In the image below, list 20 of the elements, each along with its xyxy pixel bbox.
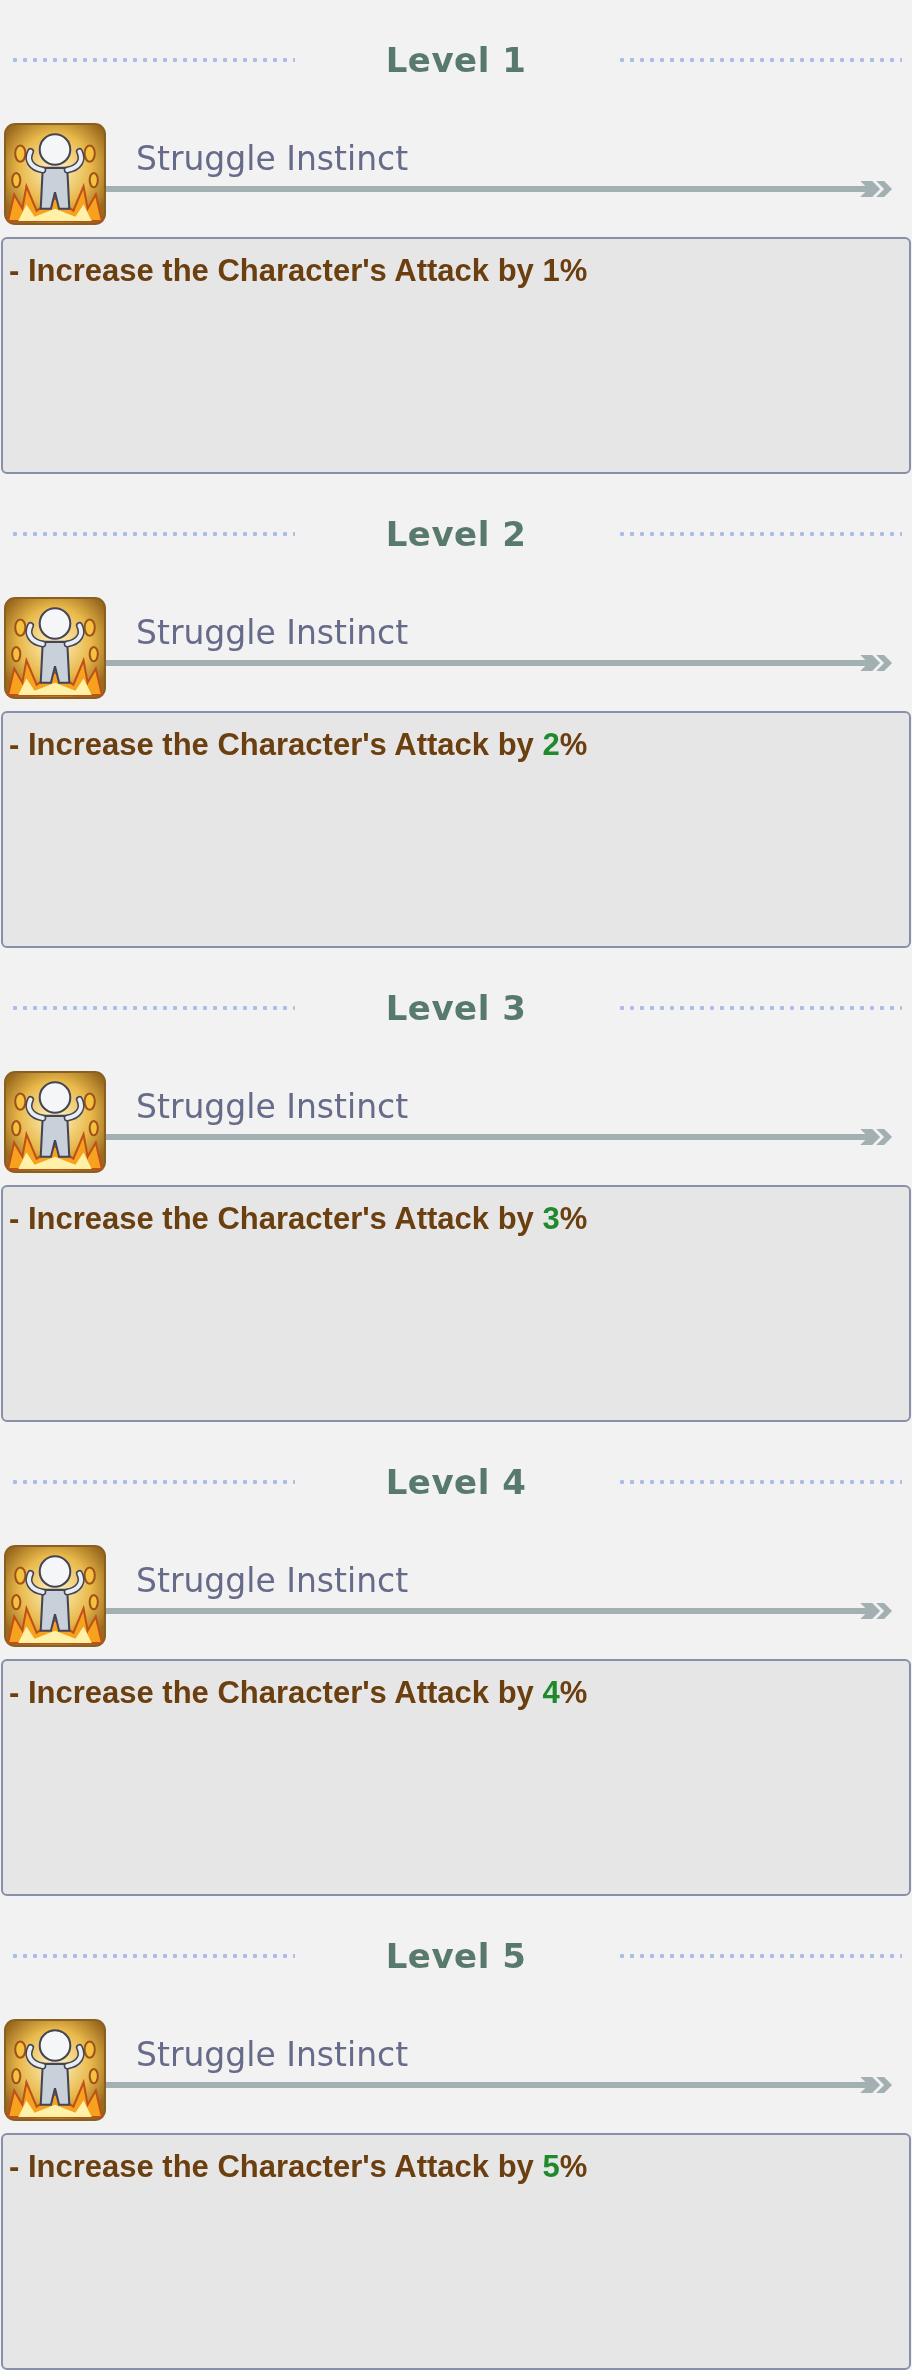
skill-icon [4,2018,106,2121]
level-heading: Level 2 [385,514,527,554]
skill-icon [4,122,106,225]
skill-name: Struggle Instinct [135,2034,410,2075]
level-heading: Level 1 [385,40,527,80]
skill-description: - Increase the Character's Attack by 1% [9,253,588,289]
skill-description: - Increase the Character's Attack by 2% [9,727,588,763]
level-heading: Level 3 [385,988,527,1028]
skill-name: Struggle Instinct [135,138,410,179]
level-heading: Level 4 [385,1462,527,1502]
skill-description: - Increase the Character's Attack by 4% [9,1675,588,1711]
level-heading: Level 5 [385,1936,527,1976]
skill-icon [4,1070,106,1173]
skill-name: Struggle Instinct [135,1560,410,1601]
skill-icon [4,1544,106,1647]
skill-name: Struggle Instinct [135,1086,410,1127]
skill-name: Struggle Instinct [135,612,410,653]
skill-icon [4,596,106,699]
skill-description: - Increase the Character's Attack by 5% [9,2149,588,2185]
skill-description: - Increase the Character's Attack by 3% [9,1201,588,1237]
